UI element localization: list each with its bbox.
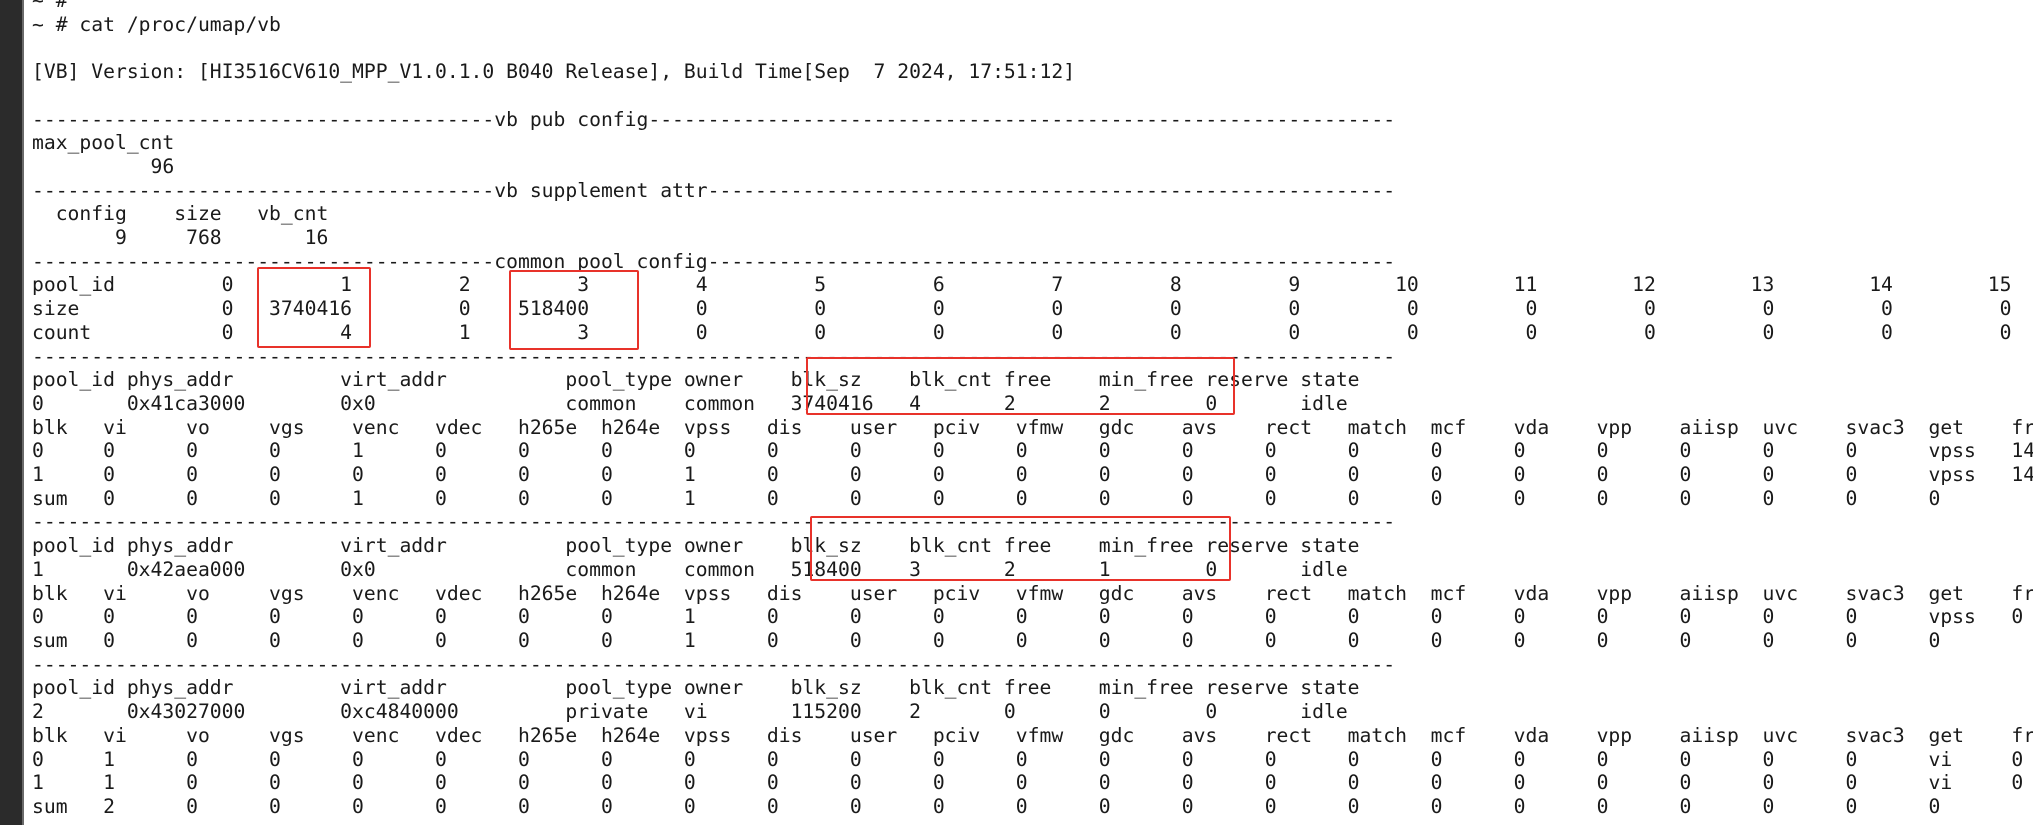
terminal-left-bar — [0, 0, 24, 825]
terminal-line: ~ # — [32, 0, 80, 12]
terminal-line: 0 0 0 0 1 0 0 0 0 0 0 0 0 0 0 0 0 0 0 0 … — [32, 439, 2033, 463]
terminal-line: config size vb_cnt — [32, 202, 329, 226]
terminal-line: sum 0 0 0 0 0 0 0 1 0 0 0 0 0 0 0 0 0 0 … — [32, 628, 1941, 652]
terminal-line: 1 0x42aea000 0x0 common common 518400 3 … — [32, 557, 1348, 581]
terminal-line: ---------------------------------------c… — [32, 249, 1396, 273]
terminal-line: 2 0x43027000 0xc4840000 private vi 11520… — [32, 700, 1348, 724]
terminal-line: 9 768 16 — [32, 226, 329, 250]
terminal-line: sum 2 0 0 0 0 0 0 0 0 0 0 0 0 0 0 0 0 0 … — [32, 794, 1941, 818]
terminal-line: ----------------------------------------… — [32, 344, 1396, 368]
terminal-line: size 0 3740416 0 518400 0 0 0 0 0 0 0 0 … — [32, 297, 2012, 321]
terminal-line: ----------------------------------------… — [32, 510, 1396, 534]
terminal-line: 0 0 0 0 0 0 0 0 1 0 0 0 0 0 0 0 0 0 0 0 … — [32, 605, 2024, 629]
terminal-line: pool_id phys_addr virt_addr pool_type ow… — [32, 368, 1360, 392]
terminal-line: ---------------------------------------v… — [32, 178, 1396, 202]
terminal-line: pool_id phys_addr virt_addr pool_type ow… — [32, 534, 1360, 558]
terminal-line: sum 0 0 0 1 0 0 0 1 0 0 0 0 0 0 0 0 0 0 … — [32, 486, 1941, 510]
terminal-line: 0 0x41ca3000 0x0 common common 3740416 4… — [32, 391, 1348, 415]
terminal-line: 0 1 0 0 0 0 0 0 0 0 0 0 0 0 0 0 0 0 0 0 … — [32, 747, 2024, 771]
terminal-line: ----------------------------------------… — [32, 652, 1396, 676]
terminal-output: ~ # ~ # cat /proc/umap/vb [VB] Version: … — [32, 0, 2033, 819]
terminal-line: max_pool_cnt — [32, 131, 175, 155]
terminal-window[interactable]: ~ # ~ # cat /proc/umap/vb [VB] Version: … — [0, 0, 2033, 825]
terminal-line: count 0 4 1 3 0 0 0 0 0 0 0 0 0 0 0 0 — [32, 320, 2012, 344]
terminal-line: 1 1 0 0 0 0 0 0 0 0 0 0 0 0 0 0 0 0 0 0 … — [32, 771, 2024, 795]
terminal-line: 96 — [32, 154, 175, 178]
terminal-line: ---------------------------------------v… — [32, 107, 1396, 131]
terminal-line: pool_id phys_addr virt_addr pool_type ow… — [32, 676, 1360, 700]
terminal-line: ~ # cat /proc/umap/vb — [32, 12, 281, 36]
terminal-line: 1 0 0 0 0 0 0 0 1 0 0 0 0 0 0 0 0 0 0 0 … — [32, 463, 2033, 487]
terminal-line: blk vi vo vgs venc vdec h265e h264e vpss… — [32, 723, 2033, 747]
terminal-line: [VB] Version: [HI3516CV610_MPP_V1.0.1.0 … — [32, 60, 1076, 84]
terminal-line: pool_id 0 1 2 3 4 5 6 7 8 9 10 11 12 13 … — [32, 273, 2012, 297]
terminal-line: blk vi vo vgs venc vdec h265e h264e vpss… — [32, 581, 2033, 605]
terminal-line: blk vi vo vgs venc vdec h265e h264e vpss… — [32, 415, 2033, 439]
